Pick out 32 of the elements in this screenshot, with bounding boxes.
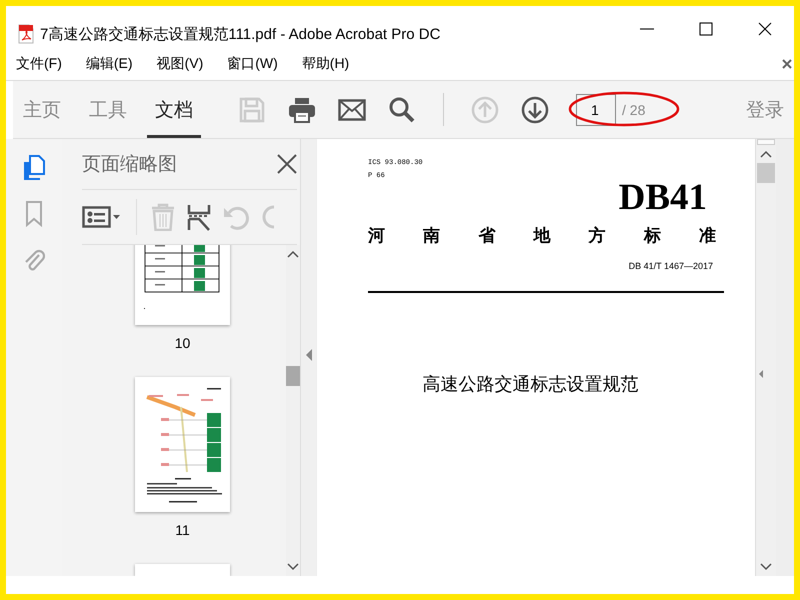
standard-type-character: 方: [588, 225, 606, 247]
standard-type-character: 省: [478, 225, 496, 247]
close-icon[interactable]: [277, 154, 297, 174]
menu-item[interactable]: 文件(F): [10, 55, 68, 73]
standard-type-character: 准: [698, 225, 716, 247]
maximize-icon[interactable]: [698, 22, 712, 36]
scrollbar-thumb[interactable]: [286, 366, 300, 386]
page-count: / 28: [622, 102, 646, 118]
page-number: 11: [175, 522, 190, 538]
collapse-arrow-icon[interactable]: [306, 348, 312, 360]
page-number: 10: [174, 335, 190, 351]
menu-item[interactable]: 编辑(E): [80, 55, 139, 73]
standard-type-character: 河: [368, 225, 385, 247]
document-title: 高速公路交通标志设置规范: [422, 372, 638, 396]
standard-type-character: 南: [423, 225, 440, 247]
standard-number: DB 41/T 1467—2017: [628, 261, 713, 271]
split-handle[interactable]: [757, 139, 775, 145]
expand-arrow-icon[interactable]: [759, 370, 763, 378]
page-thumbnail[interactable]: [135, 377, 230, 512]
standard-type-character: 地: [533, 225, 550, 247]
window-title: 7高速公路交通标志设置规范111.pdf - Adobe Acrobat Pro DC: [40, 25, 442, 44]
standard-code: DB41: [618, 178, 707, 218]
menu-item[interactable]: 视图(V): [150, 55, 210, 73]
panel-title: 页面缩略图: [82, 153, 178, 177]
close-icon[interactable]: [758, 22, 772, 36]
page-thumbnail[interactable]: [135, 564, 230, 576]
menu-item[interactable]: 窗口(W): [221, 55, 284, 73]
standard-type-character: 标: [644, 225, 661, 247]
menu-item[interactable]: 帮助(H): [296, 55, 356, 73]
page-thumbnail[interactable]: [135, 245, 230, 325]
scrollbar-thumb[interactable]: [757, 163, 775, 183]
pdf-file-icon: [18, 24, 34, 44]
